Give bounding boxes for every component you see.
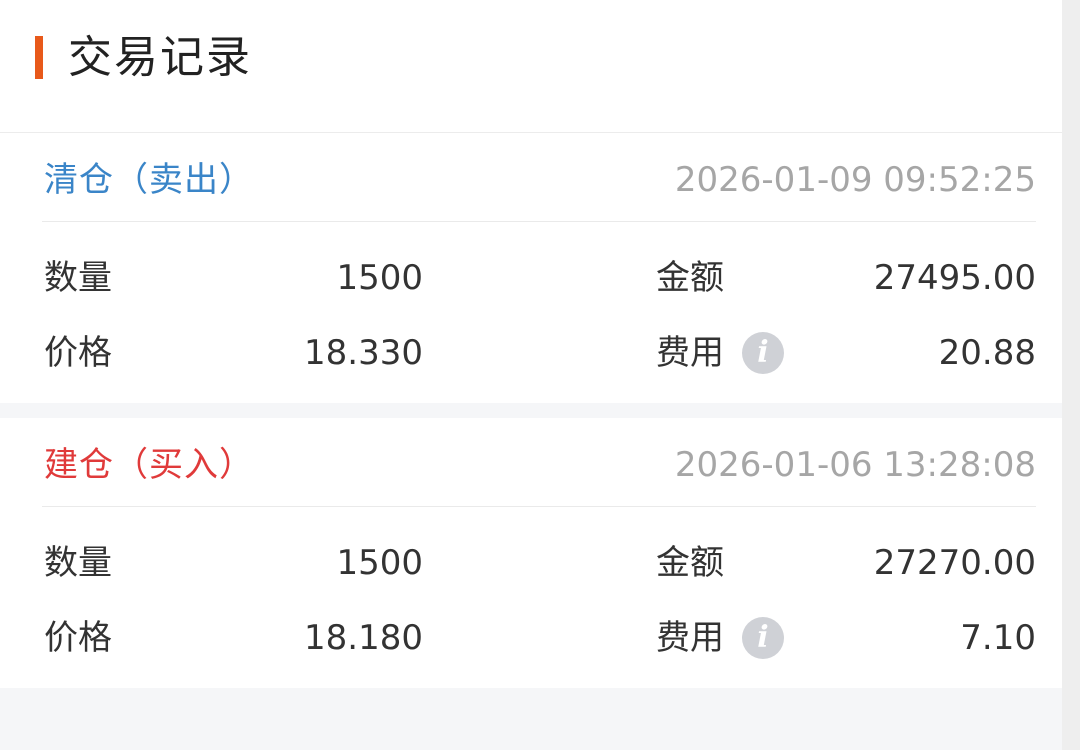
section-header: 交易记录: [0, 0, 1062, 133]
amount-value: 27270.00: [873, 543, 1036, 583]
price-value: 18.330: [304, 333, 423, 373]
trade-type-label: 建仓（买入）: [44, 445, 254, 485]
amount-label: 金额: [656, 543, 724, 583]
trade-record-card[interactable]: 清仓（卖出） 2026-01-09 09:52:25 数量 1500 金额 27…: [0, 133, 1062, 403]
info-icon[interactable]: i: [742, 617, 784, 659]
fee-label: 费用: [656, 333, 724, 373]
price-value: 18.180: [304, 618, 423, 658]
divider: [42, 506, 1036, 507]
trade-time: 2026-01-06 13:28:08: [674, 445, 1036, 485]
info-icon[interactable]: i: [742, 332, 784, 374]
fee-value: 7.10: [960, 618, 1036, 658]
divider: [42, 221, 1036, 222]
fee-value: 20.88: [938, 333, 1036, 373]
trade-record-card[interactable]: 建仓（买入） 2026-01-06 13:28:08 数量 1500 金额 27…: [0, 418, 1062, 688]
fee-label: 费用: [656, 618, 724, 658]
amount-value: 27495.00: [873, 258, 1036, 298]
price-label: 价格: [44, 333, 112, 373]
quantity-value: 1500: [336, 543, 423, 583]
trade-records-page: 交易记录 清仓（卖出） 2026-01-09 09:52:25 数量 1500 …: [0, 0, 1062, 750]
accent-bar: [35, 36, 43, 79]
trade-time: 2026-01-09 09:52:25: [674, 160, 1036, 200]
scrollbar[interactable]: [1062, 0, 1080, 750]
price-label: 价格: [44, 618, 112, 658]
page-title: 交易记录: [68, 32, 252, 83]
quantity-label: 数量: [44, 543, 112, 583]
trade-type-label: 清仓（卖出）: [44, 160, 254, 200]
quantity-label: 数量: [44, 258, 112, 298]
amount-label: 金额: [656, 258, 724, 298]
quantity-value: 1500: [336, 258, 423, 298]
